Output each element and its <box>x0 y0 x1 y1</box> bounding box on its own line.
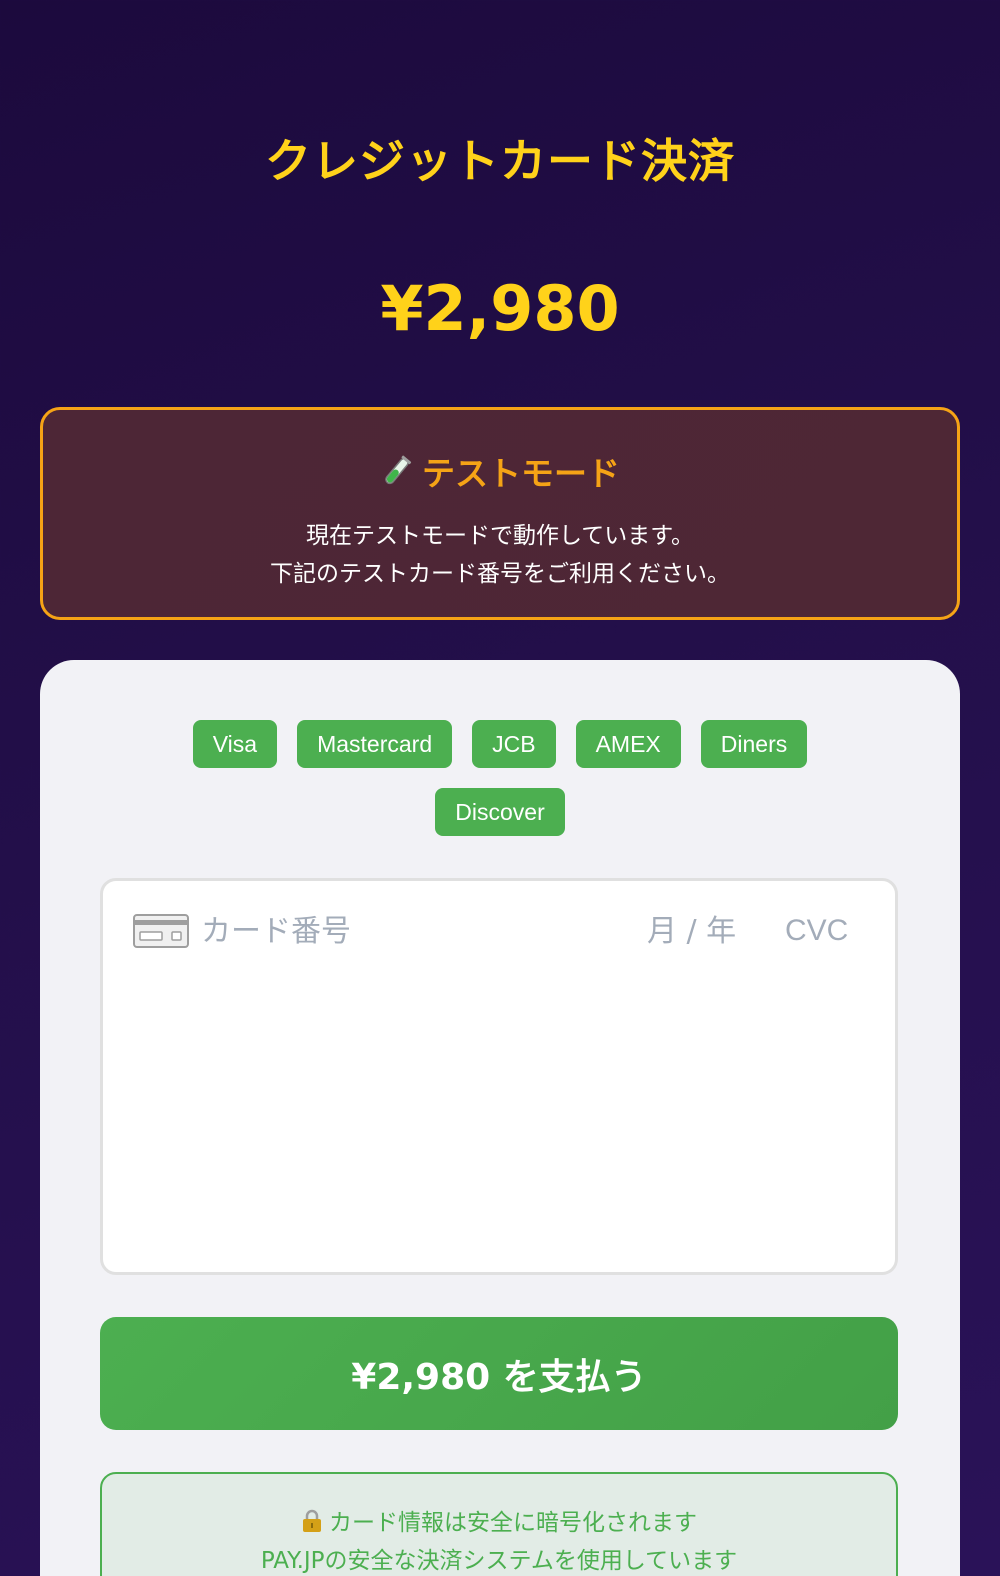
credit-card-icon <box>133 914 189 948</box>
security-notice: カード情報は安全に暗号化されます PAY.JPの安全な決済システムを使用していま… <box>100 1472 898 1576</box>
test-mode-title: テストモード <box>422 454 620 493</box>
card-input-row <box>133 911 865 951</box>
card-brand-list: Visa Mastercard JCB AMEX Diners Discover <box>40 720 960 836</box>
card-number-input[interactable] <box>201 913 647 949</box>
brand-badge-amex: AMEX <box>575 720 681 768</box>
lock-icon <box>303 1509 321 1532</box>
brand-badge-diners: Diners <box>700 720 808 768</box>
brand-badge-discover: Discover <box>435 788 565 836</box>
security-line1: カード情報は安全に暗号化されます <box>102 1504 896 1542</box>
pay-button[interactable]: ¥2,980 を支払う <box>100 1317 898 1430</box>
security-line1-text: カード情報は安全に暗号化されます <box>329 1510 697 1536</box>
card-expiry-input[interactable] <box>647 913 757 949</box>
card-input-box[interactable] <box>100 878 898 1275</box>
page-title: クレジットカード決済 <box>265 134 735 188</box>
brand-badge-visa: Visa <box>192 720 278 768</box>
test-mode-heading: テストモード <box>43 447 957 495</box>
brand-badge-mastercard: Mastercard <box>297 720 453 768</box>
brand-badge-jcb: JCB <box>472 720 556 768</box>
payment-amount: ¥2,980 <box>380 272 620 345</box>
test-mode-description-line2: 下記のテストカード番号をご利用ください。 <box>270 561 730 587</box>
payment-card-panel: Visa Mastercard JCB AMEX Diners Discover… <box>40 660 960 1576</box>
test-mode-description-line1: 現在テストモードで動作しています。 <box>305 523 694 549</box>
security-line2: PAY.JPの安全な決済システムを使用しています <box>260 1548 738 1574</box>
card-cvc-input[interactable] <box>785 914 865 948</box>
test-tube-icon <box>385 455 412 485</box>
test-mode-notice: テストモード 現在テストモードで動作しています。 下記のテストカード番号をご利用… <box>40 407 960 620</box>
